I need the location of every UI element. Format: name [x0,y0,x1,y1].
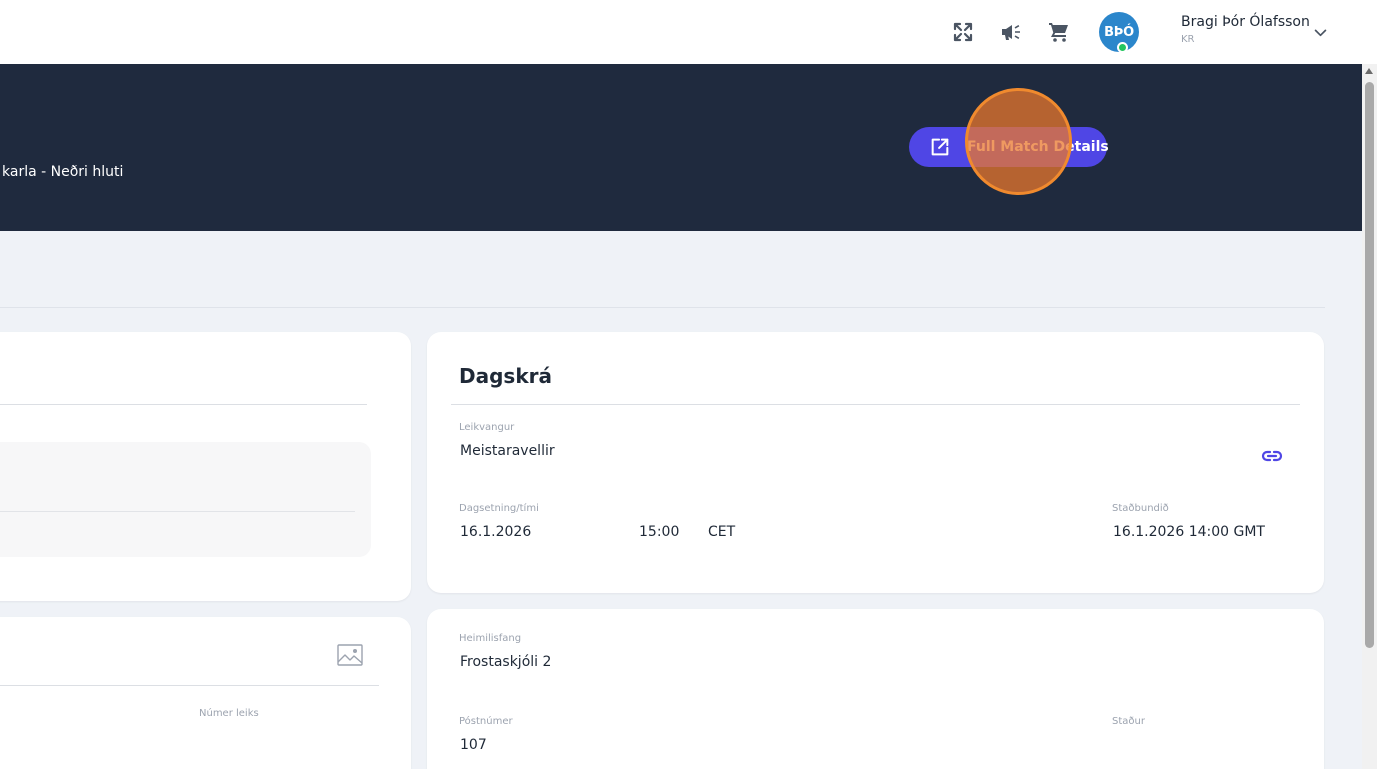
local-time-label: Staðbundið [1112,503,1169,514]
place-label: Staður [1112,716,1145,727]
page-scrollbar[interactable] [1362,64,1377,769]
datetime-label: Dagsetning/tími [459,503,539,514]
match-number-label: Númer leiks [199,708,259,719]
timezone-value: CET [708,524,736,540]
address-card: Heimilisfang Frostaskjóli 2 Póstnúmer 10… [427,609,1324,769]
time-value: 15:00 [639,524,680,540]
scrollbar-thumb[interactable] [1365,82,1374,648]
local-time-value: 16.1.2026 14:00 GMT [1113,524,1265,540]
full-match-details-label: Full Match Details [967,139,1109,155]
cart-icon[interactable] [1047,20,1071,44]
postcode-label: Póstnúmer [459,716,513,727]
address-label: Heimilisfang [459,633,522,644]
date-value: 16.1.2026 [460,524,532,540]
match-info-card [0,332,411,601]
external-link-icon [929,136,951,158]
match-header: karla - Neðri hluti Full Match Details [0,64,1362,231]
match-meta-card: Númer leiks [0,617,411,769]
megaphone-icon[interactable] [999,20,1023,44]
fullscreen-icon[interactable] [951,20,975,44]
user-club: KR [1181,34,1195,45]
section-divider [0,307,1325,308]
online-status-dot [1117,42,1128,53]
card-divider [451,404,1300,405]
panel-divider [0,511,355,512]
schedule-card: Dagskrá Leikvangur Meistaravellir Dagset… [427,332,1324,593]
link-icon[interactable] [1260,444,1284,468]
full-match-details-button[interactable]: Full Match Details [909,127,1109,167]
chevron-down-icon[interactable] [1312,24,1329,41]
teams-panel [0,442,371,557]
user-name[interactable]: Bragi Þór Ólafsson [1181,14,1310,30]
venue-value: Meistaravellir [460,443,555,459]
match-competition-title: karla - Neðri hluti [2,164,124,180]
top-bar: BÞÓ Bragi Þór Ólafsson KR [0,0,1377,64]
postcode-value: 107 [460,737,487,753]
address-value: Frostaskjóli 2 [460,654,552,670]
image-placeholder-icon [337,643,363,667]
schedule-title: Dagskrá [459,364,552,388]
scroll-up-arrow-icon[interactable] [1365,68,1373,74]
card-divider [0,404,367,405]
venue-label: Leikvangur [459,422,515,433]
card-divider [0,685,379,686]
